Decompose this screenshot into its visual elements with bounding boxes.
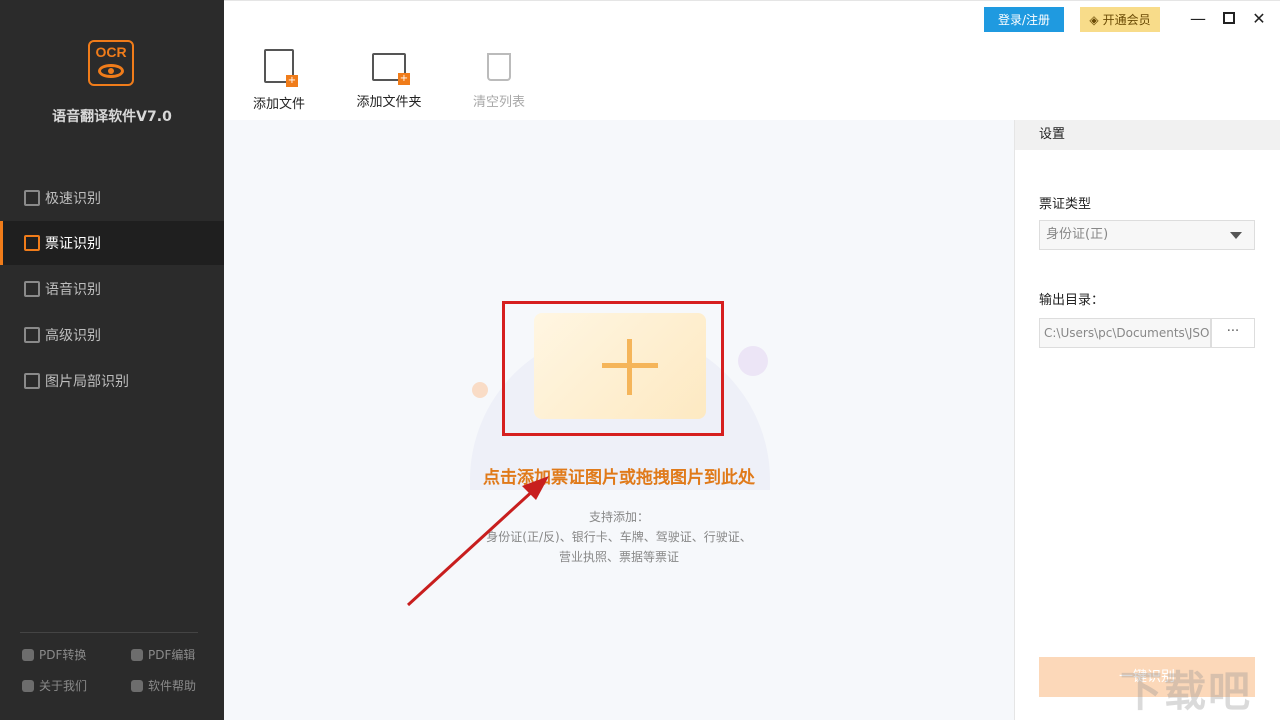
sidebar-item-label: 语音识别	[45, 282, 101, 298]
annotation-arrow	[406, 476, 549, 607]
support-types: 身份证(正/反)、银行卡、车牌、驾驶证、行驶证、 营业执照、票据等票证	[224, 527, 1014, 567]
add-folder-button[interactable]: + 添加文件夹	[344, 49, 434, 110]
vip-button[interactable]: ◈ 开通会员	[1080, 7, 1160, 32]
logo-text: OCR	[95, 44, 127, 60]
footer-link-label: PDF转换	[39, 648, 87, 662]
help-link[interactable]: 软件帮助	[131, 677, 196, 694]
pdf-edit-icon	[131, 648, 143, 661]
decorative-dot	[472, 382, 488, 398]
diamond-icon: ◈	[1089, 12, 1099, 27]
dropzone[interactable]: 点击添加票证图片或拖拽图片到此处 支持添加： 身份证(正/反)、银行卡、车牌、驾…	[224, 120, 1014, 720]
pdf-convert-icon	[22, 648, 34, 661]
chevron-down-icon	[1230, 232, 1242, 239]
support-line-2: 营业执照、票据等票证	[558, 550, 679, 564]
add-file-label: 添加文件	[252, 97, 305, 112]
add-folder-label: 添加文件夹	[356, 95, 422, 110]
sidebar-item-ticket-recognition[interactable]: 票证识别	[0, 221, 224, 265]
advanced-recognition-icon	[24, 327, 40, 343]
highlight-box	[502, 301, 724, 436]
app-logo: OCR	[88, 40, 134, 86]
add-file-button[interactable]: + 添加文件	[234, 49, 324, 112]
close-icon: ✕	[1252, 8, 1266, 28]
microphone-icon	[24, 281, 40, 297]
add-file-icon: +	[264, 49, 298, 87]
footer-link-label: 关于我们	[39, 679, 88, 693]
sidebar-item-fast-recognition[interactable]: 极速识别	[0, 176, 224, 220]
pdf-convert-link[interactable]: PDF转换	[22, 646, 86, 663]
settings-header: 设置	[1015, 120, 1280, 150]
decorative-planet	[738, 346, 768, 376]
login-button[interactable]: 登录/注册	[984, 7, 1064, 32]
footer-link-label: PDF编辑	[148, 648, 196, 662]
sidebar-divider	[20, 632, 198, 633]
support-line-1: 身份证(正/反)、银行卡、车牌、驾驶证、行驶证、	[486, 530, 752, 544]
support-label: 支持添加：	[588, 510, 649, 524]
about-icon	[22, 679, 34, 692]
maximize-button[interactable]	[1219, 8, 1239, 28]
add-folder-icon: +	[372, 53, 410, 85]
image-icon	[24, 373, 40, 389]
sidebar-item-label: 票证识别	[45, 236, 101, 252]
dropzone-title[interactable]: 点击添加票证图片或拖拽图片到此处	[224, 463, 1014, 488]
output-dir-input[interactable]: C:\Users\pc\Documents\JSO	[1039, 318, 1211, 348]
eye-icon	[98, 64, 124, 78]
clear-list-button[interactable]: 清空列表	[454, 49, 544, 110]
trash-icon	[487, 53, 511, 81]
ticket-type-select[interactable]: 身份证(正)	[1039, 220, 1255, 250]
output-dir-label: 输出目录：	[1039, 293, 1105, 308]
sidebar-item-label: 图片局部识别	[45, 374, 129, 390]
pdf-edit-link[interactable]: PDF编辑	[131, 646, 195, 663]
sidebar-item-voice-recognition[interactable]: 语音识别	[0, 267, 224, 311]
sidebar-item-advanced-recognition[interactable]: 高级识别	[0, 313, 224, 357]
sidebar-item-partial-image-recognition[interactable]: 图片局部识别	[0, 359, 224, 403]
sidebar: OCR 语音翻译软件V7.0 极速识别 票证识别 语音识别 高级识别 图片局部识…	[0, 0, 224, 720]
settings-panel: 设置 票证类型 身份证(正) 输出目录： C:\Users\pc\Documen…	[1014, 120, 1280, 720]
fast-recognition-icon	[24, 190, 40, 206]
minimize-button[interactable]: —	[1188, 8, 1208, 28]
maximize-icon	[1223, 12, 1235, 24]
ticket-type-value: 身份证(正)	[1046, 227, 1109, 242]
ticket-type-label: 票证类型	[1039, 197, 1092, 212]
sidebar-item-label: 极速识别	[45, 191, 101, 207]
browse-button[interactable]: ···	[1211, 318, 1255, 348]
help-icon	[131, 679, 143, 692]
sidebar-item-label: 高级识别	[45, 328, 101, 344]
vip-label: 开通会员	[1102, 13, 1151, 27]
minimize-icon: —	[1190, 8, 1206, 28]
ticket-recognition-icon	[24, 235, 40, 251]
clear-list-label: 清空列表	[472, 95, 525, 110]
footer-link-label: 软件帮助	[148, 679, 197, 693]
about-link[interactable]: 关于我们	[22, 677, 87, 694]
close-button[interactable]: ✕	[1249, 8, 1269, 28]
watermark: 下载吧	[1120, 667, 1253, 716]
app-title: 语音翻译软件V7.0	[52, 109, 172, 125]
